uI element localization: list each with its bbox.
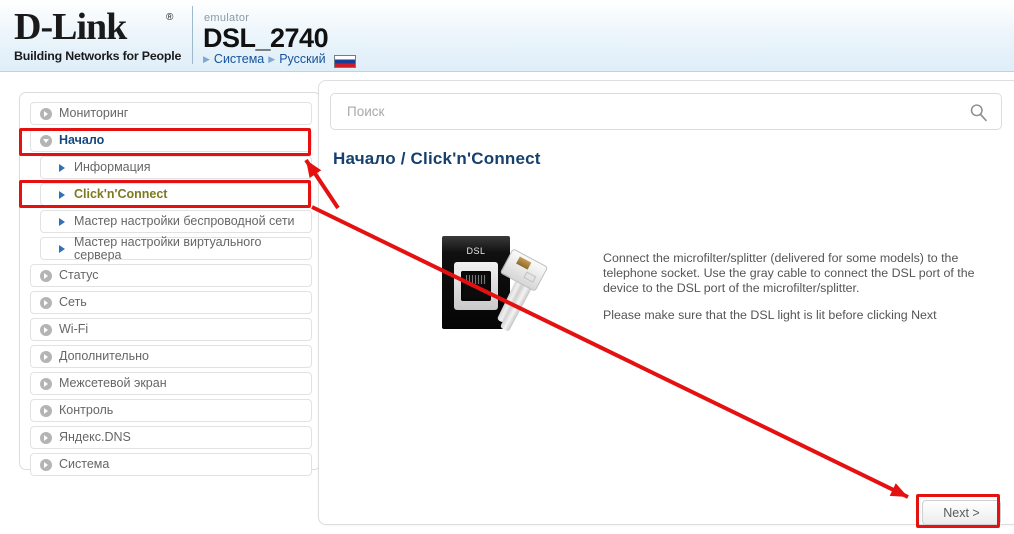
triangle-right-icon: ▶ [203, 53, 210, 64]
plug-contacts [516, 256, 532, 270]
search-box[interactable] [330, 93, 1002, 130]
chevron-right-icon [40, 404, 52, 417]
chevron-right-icon [40, 377, 52, 390]
sidebar-item-label: Информация [74, 160, 151, 175]
device-model-title: DSL_2740 [203, 23, 329, 53]
header-link-language[interactable]: Русский [279, 52, 325, 66]
russian-flag-icon [333, 54, 356, 68]
chevron-right-icon [40, 107, 52, 120]
sidebar-item-label: Яндекс.DNS [59, 430, 131, 445]
sidebar-item-label: Сеть [59, 295, 87, 310]
sidebar-item-3[interactable]: Click'n'Connect [40, 183, 312, 206]
dsl-port-illustration: DSL [442, 236, 602, 346]
page-root: D-Link ® Building Networks for People em… [0, 0, 1014, 534]
instruction-text: Connect the microfilter/splitter (delive… [603, 251, 983, 323]
header-link-system[interactable]: Система [214, 52, 264, 66]
sidebar-menu: Мониторинг Начало Информация Click'n'Connec… [30, 102, 312, 480]
instruction-paragraph-1: Connect the microfilter/splitter (delive… [603, 251, 975, 296]
sidebar-item-11[interactable]: Контроль [30, 399, 312, 422]
sidebar-item-8[interactable]: Wi-Fi [30, 318, 312, 341]
instruction-paragraph-2: Please make sure that the DSL light is l… [603, 307, 937, 322]
page-title: Начало / Click'n'Connect [333, 149, 541, 168]
sidebar-item-label: Мастер настройки беспроводной сети [74, 214, 295, 229]
sidebar-item-label: Дополнительно [59, 349, 149, 364]
app-header: D-Link ® Building Networks for People em… [0, 0, 1014, 72]
sidebar-item-10[interactable]: Межсетевой экран [30, 372, 312, 395]
sidebar-item-label: Мастер настройки виртуального сервера [74, 235, 262, 262]
chevron-right-icon [40, 458, 52, 471]
chevron-right-icon [40, 269, 52, 282]
sidebar-item-label: Система [59, 457, 110, 472]
sidebar-item-13[interactable]: Система [30, 453, 312, 476]
chevron-right-icon [40, 431, 52, 444]
sidebar-item-12[interactable]: Яндекс.DNS [30, 426, 312, 449]
arrow-right-icon [59, 190, 65, 199]
sidebar-item-label: Мониторинг [59, 106, 129, 121]
next-button[interactable]: Next > [922, 500, 1001, 525]
logo-wordmark: D-Link [14, 6, 127, 48]
dsl-port-label: DSL [466, 246, 486, 256]
sidebar-panel: Мониторинг Начало Информация Click'n'Connec… [19, 92, 321, 476]
chevron-down-icon [40, 134, 52, 147]
rj11-jack-graphic [454, 262, 498, 310]
sidebar-item-label: Межсетевой экран [59, 376, 167, 391]
dlink-logo: D-Link ® Building Networks for People [14, 6, 182, 66]
triangle-right-icon: ▶ [268, 53, 276, 64]
sidebar-item-5[interactable]: Мастер настройки виртуального сервера [40, 235, 312, 262]
sidebar-item-label: Начало [59, 133, 105, 148]
sidebar-item-2[interactable]: Информация [40, 156, 312, 179]
sidebar-item-6[interactable]: Статус [30, 264, 312, 287]
sidebar-item-0[interactable]: Мониторинг [30, 102, 312, 125]
sidebar-item-4[interactable]: Мастер настройки беспроводной сети [40, 210, 312, 233]
header-links: ▶ Система ▶ Русский [203, 52, 356, 68]
header-divider [192, 6, 193, 64]
arrow-right-icon [59, 163, 65, 172]
sidebar-item-7[interactable]: Сеть [30, 291, 312, 314]
arrow-right-icon [59, 217, 65, 226]
sidebar-item-label: Статус [59, 268, 99, 283]
main-content-panel: Начало / Click'n'Connect DSL Connect the… [318, 80, 1014, 525]
chevron-right-icon [40, 350, 52, 363]
sidebar-item-9[interactable]: Дополнительно [30, 345, 312, 368]
sidebar-item-1[interactable]: Начало [30, 129, 312, 152]
jack-pins [466, 275, 486, 284]
chevron-right-icon [40, 323, 52, 336]
sidebar-item-label: Wi-Fi [59, 322, 89, 337]
jack-cavity [461, 271, 491, 301]
search-icon[interactable] [968, 102, 989, 123]
sidebar-item-label: Click'n'Connect [74, 187, 168, 202]
registered-trademark-icon: ® [166, 12, 174, 23]
logo-tagline: Building Networks for People [14, 49, 182, 63]
arrow-right-icon [59, 244, 65, 253]
plug-clip [523, 271, 537, 283]
sidebar-item-label: Контроль [59, 403, 114, 418]
chevron-right-icon [40, 296, 52, 309]
search-input[interactable] [345, 94, 945, 129]
